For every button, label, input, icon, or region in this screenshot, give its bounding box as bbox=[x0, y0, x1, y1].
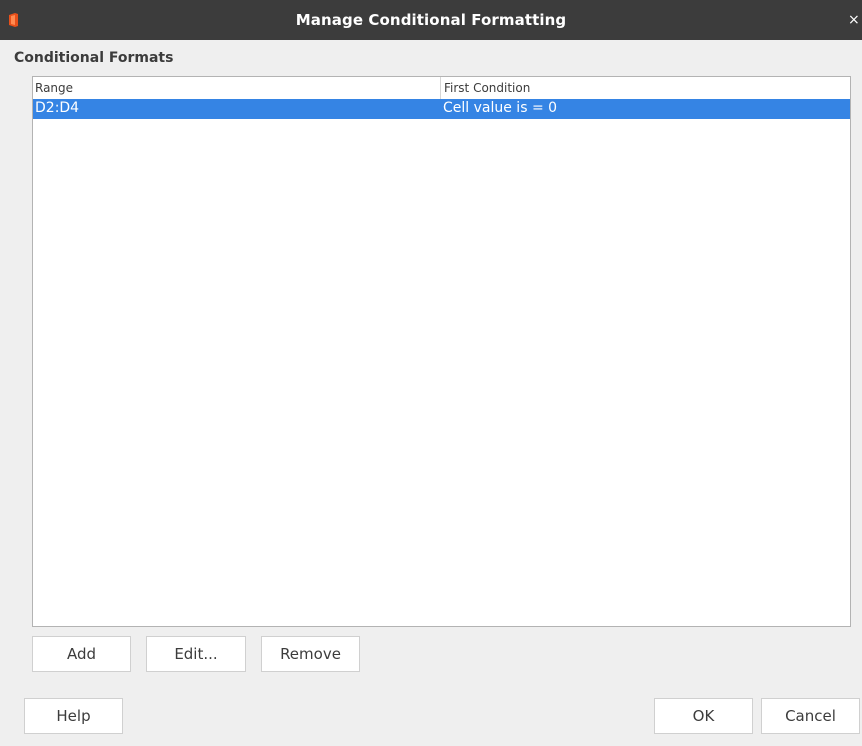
edit-button[interactable]: Edit... bbox=[146, 636, 246, 672]
ok-button[interactable]: OK bbox=[654, 698, 753, 734]
conditional-formats-label: Conditional Formats bbox=[14, 50, 174, 66]
row-condition-cell: Cell value is = 0 bbox=[443, 100, 558, 116]
column-header-first-condition[interactable]: First Condition bbox=[444, 81, 530, 95]
help-button[interactable]: Help bbox=[24, 698, 123, 734]
close-icon[interactable]: × bbox=[848, 0, 862, 40]
conditional-formats-list[interactable]: Range First Condition D2:D4 Cell value i… bbox=[32, 76, 851, 627]
dialog-title: Manage Conditional Formatting bbox=[295, 11, 567, 29]
manage-conditional-formatting-dialog: Manage Conditional Formatting × Conditio… bbox=[0, 0, 862, 746]
add-button[interactable]: Add bbox=[32, 636, 131, 672]
list-header: Range First Condition bbox=[33, 77, 850, 99]
row-range-cell: D2:D4 bbox=[35, 100, 80, 116]
title-bar[interactable]: Manage Conditional Formatting × bbox=[0, 0, 862, 40]
cancel-button[interactable]: Cancel bbox=[761, 698, 860, 734]
column-divider[interactable] bbox=[440, 77, 441, 99]
list-row-selected[interactable]: D2:D4 Cell value is = 0 bbox=[33, 99, 850, 119]
column-header-range[interactable]: Range bbox=[35, 81, 73, 95]
remove-button[interactable]: Remove bbox=[261, 636, 360, 672]
